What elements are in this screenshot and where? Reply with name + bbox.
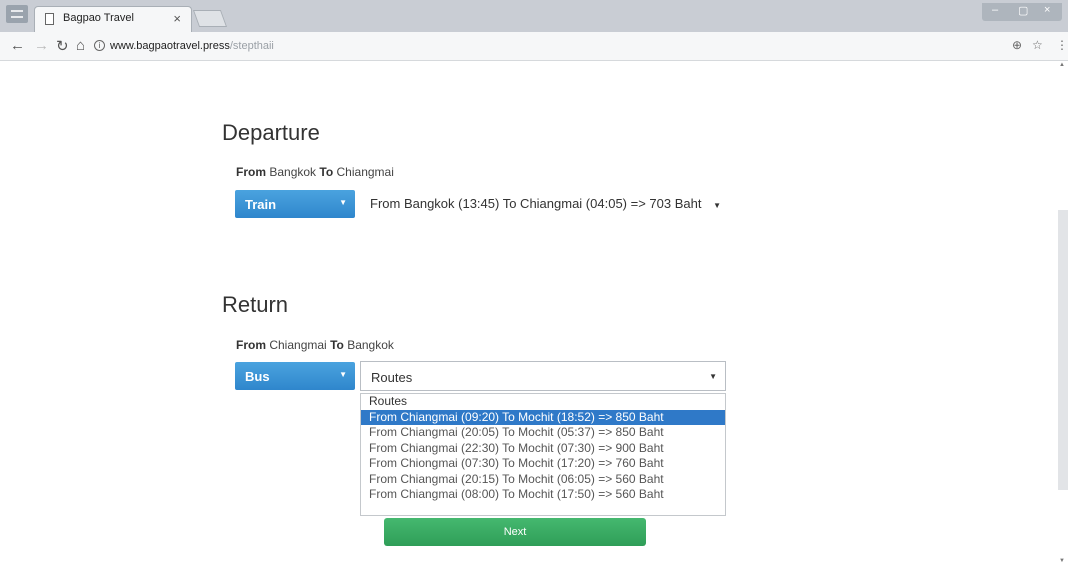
dropdown-option[interactable]: From Chiangmai (20:15) To Mochit (06:05)… xyxy=(361,472,725,488)
dropdown-option[interactable]: From Chiangmai (09:20) To Mochit (18:52)… xyxy=(361,409,725,425)
chevron-down-icon: ▼ xyxy=(713,201,721,210)
scrollbar[interactable] xyxy=(1058,210,1068,490)
to-city: Bangkok xyxy=(347,338,394,352)
dropdown-option[interactable]: From Chiongmai (07:30) To Mochit (17:20)… xyxy=(361,456,725,472)
chevron-down-icon: ▼ xyxy=(339,370,347,379)
departure-route-value: From Bangkok (13:45) To Chiangmai (04:05… xyxy=(370,196,702,211)
to-label: To xyxy=(319,165,334,179)
more-icon[interactable]: ⋮ xyxy=(1056,38,1068,52)
return-mode-select[interactable]: Bus ▼ xyxy=(235,362,355,390)
mode-value: Bus xyxy=(245,369,270,384)
home-icon[interactable]: ⌂ xyxy=(76,37,85,54)
dropdown-option[interactable]: From Chiangmai (08:00) To Mochit (17:50)… xyxy=(361,487,725,503)
new-tab-button[interactable] xyxy=(192,10,228,27)
chevron-down-icon: ▼ xyxy=(709,372,717,381)
from-city: Chiangmai xyxy=(269,338,327,352)
zoom-icon[interactable]: ⊕ xyxy=(1012,38,1022,52)
page-icon xyxy=(45,13,54,25)
from-label: From xyxy=(236,338,266,352)
tab-title: Bagpao Travel xyxy=(63,12,134,24)
return-title: Return xyxy=(222,292,289,317)
departure-title: Departure xyxy=(222,120,320,145)
return-route-value: Routes xyxy=(371,370,413,385)
return-route-select[interactable]: Routes ▼ xyxy=(360,361,726,391)
dropdown-option[interactable]: From Chiangmai (22:30) To Mochit (07:30)… xyxy=(361,441,725,457)
minimize-icon[interactable]: – xyxy=(992,4,998,16)
return-route-line: From Chiangmai To Bangkok xyxy=(236,338,394,352)
url-path: /stepthaii xyxy=(229,40,274,52)
departure-mode-select[interactable]: Train ▼ xyxy=(235,190,355,218)
to-city: Chiangmai xyxy=(336,165,394,179)
departure-route-select[interactable]: From Bangkok (13:45) To Chiangmai (04:05… xyxy=(370,196,721,211)
address-bar[interactable]: www.bagpaotravel.press/stepthaii xyxy=(110,40,274,52)
menu-icon[interactable] xyxy=(6,5,28,23)
mode-value: Train xyxy=(245,197,277,212)
browser-tab-strip: Bagpao Travel × – ▢ × xyxy=(0,0,1068,32)
close-window-icon[interactable]: × xyxy=(1044,4,1050,16)
info-icon[interactable]: i xyxy=(94,40,105,51)
to-label: To xyxy=(330,338,344,352)
reload-icon[interactable]: ↻ xyxy=(56,37,69,55)
from-city: Bangkok xyxy=(269,165,317,179)
browser-toolbar: ← → ↻ ⌂ i www.bagpaotravel.press/steptha… xyxy=(0,32,1068,61)
maximize-icon[interactable]: ▢ xyxy=(1018,4,1028,17)
from-label: From xyxy=(236,165,266,179)
departure-route-line: From Bangkok To Chiangmai xyxy=(236,165,394,179)
chevron-down-icon: ▼ xyxy=(339,198,347,207)
url-host: www.bagpaotravel.press xyxy=(110,40,230,52)
star-icon[interactable]: ☆ xyxy=(1032,38,1043,52)
close-tab-icon[interactable]: × xyxy=(173,11,181,26)
dropdown-option[interactable]: From Chiangmai (20:05) To Mochit (05:37)… xyxy=(361,425,725,441)
scroll-down-icon[interactable]: ▼ xyxy=(1059,558,1065,564)
next-button[interactable]: Next xyxy=(384,518,646,546)
window-controls: – ▢ × xyxy=(982,3,1062,21)
forward-icon[interactable]: → xyxy=(34,37,49,54)
dropdown-option[interactable]: Routes xyxy=(361,394,725,410)
scroll-up-icon[interactable]: ▲ xyxy=(1059,62,1065,68)
back-icon[interactable]: ← xyxy=(10,37,25,54)
browser-tab[interactable]: Bagpao Travel × xyxy=(34,6,192,32)
return-route-dropdown: Routes From Chiangmai (09:20) To Mochit … xyxy=(360,393,726,516)
